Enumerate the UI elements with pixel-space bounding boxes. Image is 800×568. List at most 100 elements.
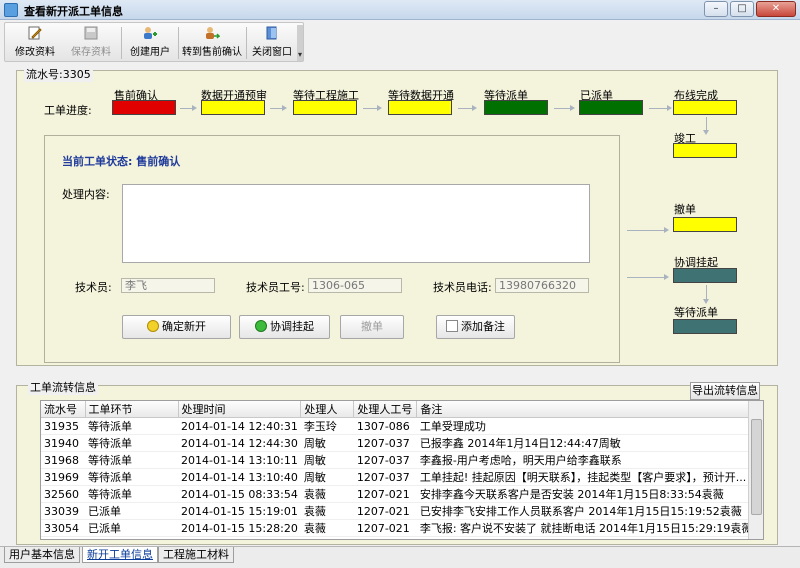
toolbar-separator: [178, 27, 179, 59]
table-row[interactable]: 33077已派单2014-01-15 15:35:02袁薇1207-021转到售…: [41, 536, 756, 539]
table-cell: 安排李鑫今天联系客户是否安装 2014年1月15日8:33:54袁薇: [416, 485, 756, 503]
maximize-button[interactable]: □: [730, 1, 754, 17]
stage-wiring-done: [673, 100, 737, 115]
arrow-icon: [458, 105, 477, 111]
table-cell: 1207-037: [353, 451, 417, 469]
column-header[interactable]: 处理时间: [178, 401, 302, 418]
tab-construction-materials[interactable]: 工程施工材料: [158, 547, 234, 563]
table-cell: 李鑫报-用户考虑哈，明天用户给李鑫联系: [416, 451, 756, 469]
arrow-icon: [627, 274, 669, 280]
table-row[interactable]: 31968 等待派单 2014-01-14 13:10:11 周敏 1207-037 李鑫…: [41, 451, 756, 469]
table-cell: 等待派单: [85, 417, 178, 435]
column-header[interactable]: 处理人工号: [353, 401, 418, 418]
stage-suspended: [673, 268, 737, 283]
tech-id-label: 技术员工号:: [246, 281, 305, 294]
tech-id-field[interactable]: 1306-065: [308, 278, 402, 293]
export-log-button[interactable]: 导出流转信息: [690, 382, 760, 400]
arrow-icon: [363, 105, 382, 111]
arrow-icon: [270, 105, 287, 111]
save-info-button[interactable]: 保存资料: [65, 25, 117, 61]
table-cell: 31969: [41, 468, 85, 486]
current-status: 当前工单状态: 售前确认: [62, 155, 181, 168]
toolbar-separator: [246, 27, 247, 59]
serial-number: 流水号:3305: [24, 66, 93, 82]
tech-phone-field[interactable]: 13980766320: [495, 278, 589, 293]
stage-await-data: [388, 100, 452, 115]
table-cell: 李飞报: 客户说不安装了 就挂断电话 2014年1月15日15:29:19袁薇: [416, 519, 756, 537]
column-header[interactable]: 备注: [416, 401, 756, 418]
arrow-icon: [180, 105, 197, 111]
table-row[interactable]: 31940 等待派单 2014-01-14 12:44:30 周敏 1207-037 已报…: [41, 434, 756, 452]
column-header[interactable]: 工单环节: [85, 401, 179, 418]
vertical-scrollbar[interactable]: [748, 401, 763, 539]
confirm-new-label: 确定新开: [162, 320, 206, 333]
toolbar-separator: [121, 27, 122, 59]
transfer-user-icon: [206, 27, 220, 39]
content-textarea[interactable]: [122, 184, 590, 263]
tab-user-info[interactable]: 用户基本信息: [4, 547, 80, 563]
cancel-order-button[interactable]: 撤单: [340, 315, 404, 339]
cancel-order-label: 撤单: [361, 320, 383, 333]
table-cell: 33077: [41, 536, 85, 539]
scrollbar-thumb[interactable]: [751, 419, 762, 515]
table-cell: 周敏: [300, 468, 354, 486]
log-grid: 流水号 工单环节 处理时间 处理人 处理人工号 备注 31935 等待派单 2014…: [40, 400, 764, 540]
minimize-button[interactable]: –: [704, 1, 728, 17]
table-cell: 袁薇: [300, 536, 354, 539]
table-cell: 32560: [41, 485, 85, 503]
table-cell: 周敏: [300, 434, 354, 452]
progress-label: 工单进度:: [44, 104, 92, 117]
goto-presale-label: 转到售前确认: [182, 47, 242, 58]
stage-completed: [673, 143, 737, 158]
close-window-button[interactable]: 关闭窗口: [249, 25, 295, 61]
add-note-button[interactable]: 添加备注: [436, 315, 515, 339]
table-cell: 等待派单: [85, 485, 178, 503]
table-cell: 已派单: [85, 536, 178, 539]
add-user-icon: [144, 27, 157, 39]
column-header[interactable]: 处理人: [300, 401, 355, 418]
table-cell: 2014-01-14 13:10:11: [178, 451, 301, 469]
table-cell: 31935: [41, 417, 85, 435]
table-row[interactable]: 33054 已派单 2014-01-15 15:28:20 袁薇 1207-021 李飞报…: [41, 519, 756, 537]
smiley-icon: [147, 320, 159, 332]
table-cell: 等待派单: [85, 451, 178, 469]
arrow-icon: [649, 105, 672, 111]
toolbar-overflow-icon[interactable]: ▾: [297, 25, 303, 61]
window-title: 查看新开派工单信息: [24, 5, 123, 18]
table-cell: 袁薇: [300, 519, 354, 537]
table-row[interactable]: 32560 等待派单 2014-01-15 08:33:54 袁薇 1207-021 安排…: [41, 485, 756, 503]
table-cell: 周敏: [300, 451, 354, 469]
table-row[interactable]: 31969 等待派单 2014-01-14 13:10:40 周敏 1207-037 工单…: [41, 468, 756, 486]
table-cell: 2014-01-15 15:35:02: [178, 536, 301, 539]
close-button[interactable]: ✕: [756, 1, 796, 17]
tech-field[interactable]: 李飞: [121, 278, 215, 293]
column-header[interactable]: 流水号: [41, 401, 86, 418]
table-cell: 2014-01-14 12:40:31: [178, 417, 301, 435]
table-row[interactable]: 33039 已派单 2014-01-15 15:19:01 袁薇 1207-021 已安排…: [41, 502, 756, 520]
confirm-new-button[interactable]: 确定新开: [122, 315, 231, 339]
create-user-label: 创建用户: [130, 47, 170, 58]
toolbar: 修改资料 保存资料 创建用户 转到售前确认 关闭窗口 ▾: [4, 22, 304, 62]
stage-await-dispatch: [484, 100, 548, 115]
table-row[interactable]: 31935 等待派单 2014-01-14 12:40:31 李玉玲 1307-086 工…: [41, 417, 756, 435]
table-cell: 31940: [41, 434, 85, 452]
tech-phone-label: 技术员电话:: [433, 281, 492, 294]
stage-data-precheck: [201, 100, 265, 115]
table-cell: 1207-037: [353, 434, 417, 452]
arrow-down-icon: [703, 285, 709, 304]
goto-presale-button[interactable]: 转到售前确认: [181, 25, 243, 61]
stage-presale: [112, 100, 176, 115]
add-note-label: 添加备注: [461, 320, 505, 333]
edit-info-label: 修改资料: [15, 47, 55, 58]
table-cell: 已报李鑫 2014年1月14日12:44:47周敏: [416, 434, 756, 452]
edit-info-button[interactable]: 修改资料: [9, 25, 61, 61]
create-user-button[interactable]: 创建用户: [125, 25, 175, 61]
suspend-button[interactable]: 协调挂起: [239, 315, 330, 339]
exit-door-icon: [266, 26, 277, 40]
tab-new-order-info[interactable]: 新开工单信息: [82, 547, 158, 563]
stage-await-construction: [293, 100, 357, 115]
table-cell: 1207-021: [353, 519, 417, 537]
arrow-icon: [554, 105, 575, 111]
table-cell: 袁薇: [300, 485, 354, 503]
close-window-label: 关闭窗口: [252, 47, 292, 58]
